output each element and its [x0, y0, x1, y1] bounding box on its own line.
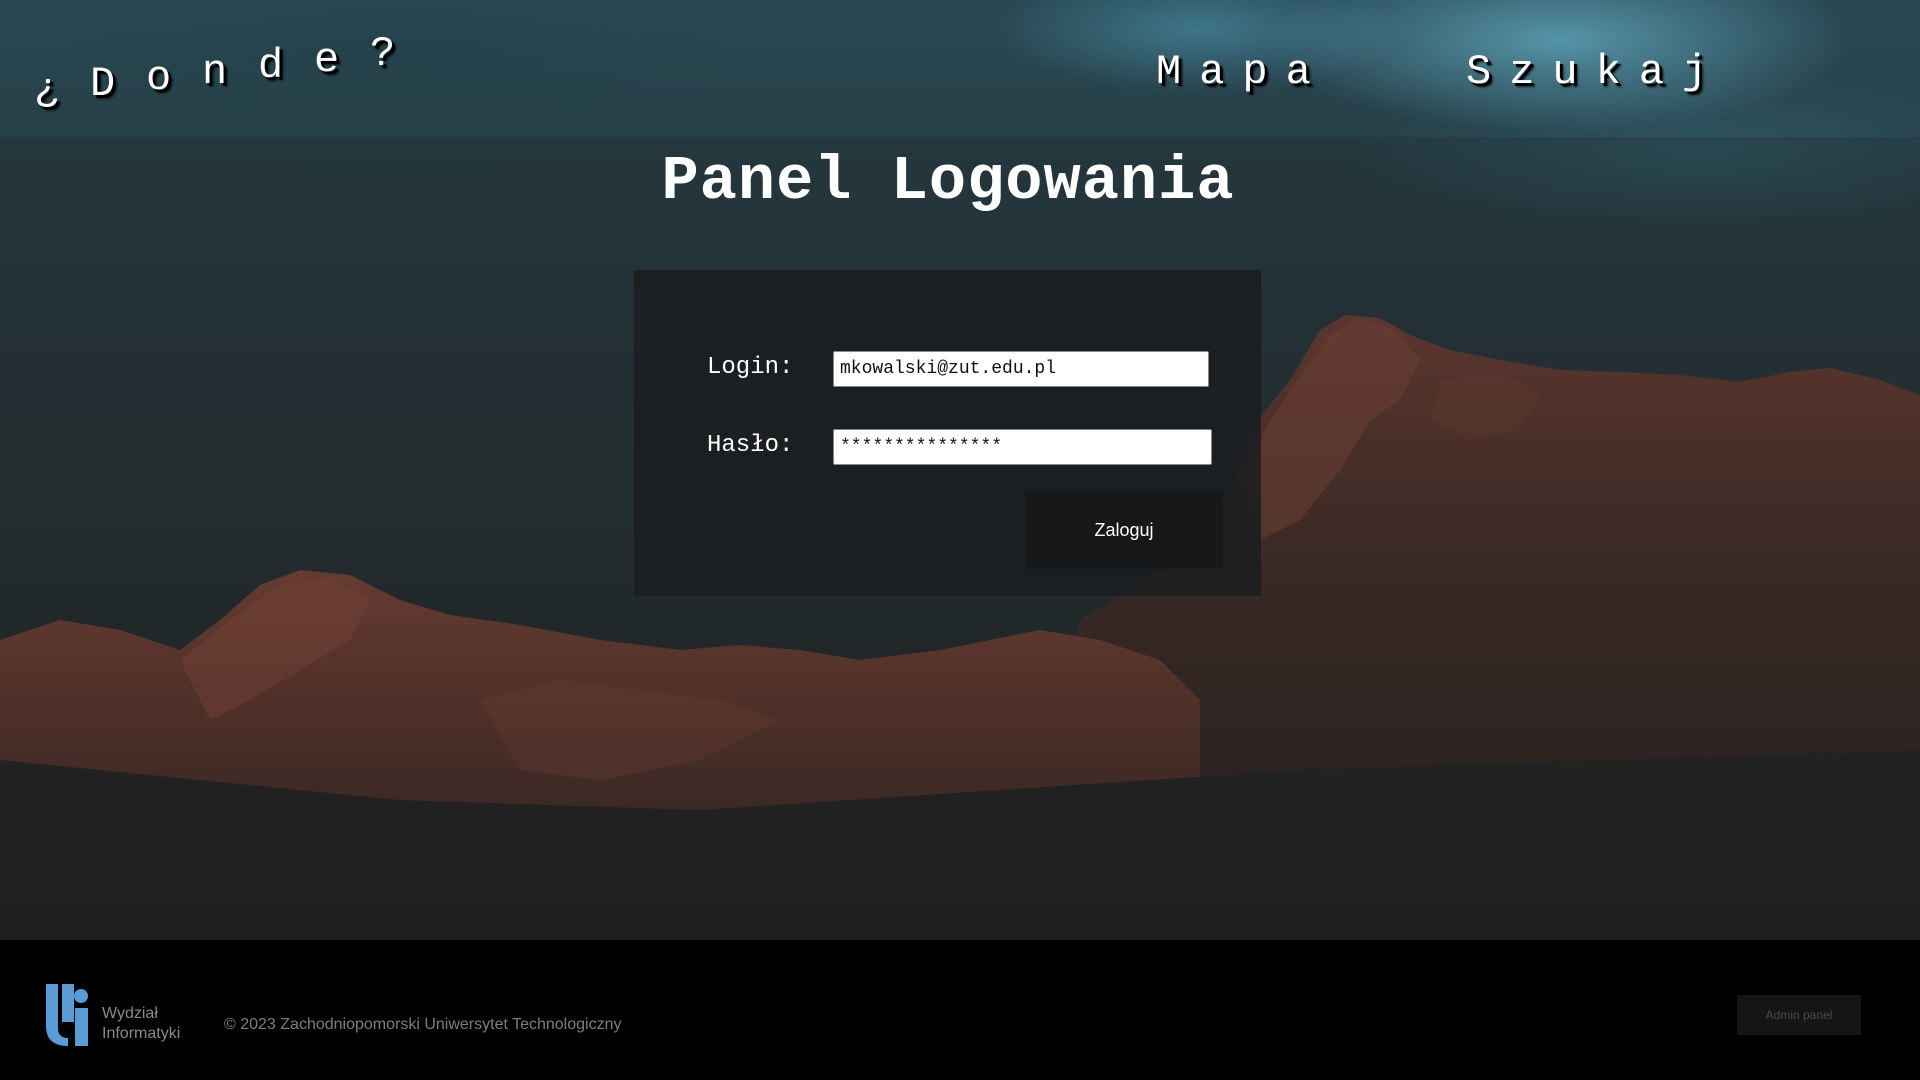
- faculty-logo-line2: Informatyki: [102, 1025, 181, 1042]
- site-logo-title[interactable]: ¿ Do n d e?: [34, 22, 434, 114]
- faculty-logo-line1: Wydział: [102, 1005, 158, 1022]
- login-label: Login:: [707, 354, 794, 381]
- admin-panel-button[interactable]: Admin panel: [1737, 995, 1861, 1035]
- login-button[interactable]: Zaloguj: [1025, 491, 1223, 569]
- copyright-text: © 2023 Zachodniopomorski Uniwersytet Tec…: [224, 1016, 622, 1033]
- faculty-logo-text: Wydział Informatyki: [102, 1004, 180, 1044]
- wi-faculty-logo-icon: [46, 984, 88, 1046]
- password-label: Hasło:: [707, 432, 794, 459]
- site-logo-title-char: o: [146, 54, 172, 102]
- site-logo-title-char: ¿: [34, 66, 60, 114]
- nav-link-mapa[interactable]: Mapa: [1156, 48, 1329, 100]
- site-logo-title-char: e: [314, 36, 340, 84]
- password-input[interactable]: [833, 429, 1212, 465]
- login-input[interactable]: [833, 351, 1209, 387]
- site-logo-title-text: ¿ Do n d e?: [34, 22, 434, 114]
- site-logo-title-char: ?: [370, 30, 396, 78]
- page-title: Panel Logowania: [661, 146, 1235, 217]
- footer: Wydział Informatyki © 2023 Zachodniopomo…: [0, 940, 1920, 1080]
- login-panel: Login: Hasło: Zaloguj: [634, 270, 1261, 596]
- faculty-logo: Wydział Informatyki: [46, 982, 196, 1052]
- site-logo-title-char: D: [90, 60, 116, 108]
- nav-link-szukaj[interactable]: Szukaj: [1466, 48, 1725, 100]
- site-logo-title-char: n: [202, 48, 228, 96]
- site-logo-title-char: d: [258, 42, 284, 90]
